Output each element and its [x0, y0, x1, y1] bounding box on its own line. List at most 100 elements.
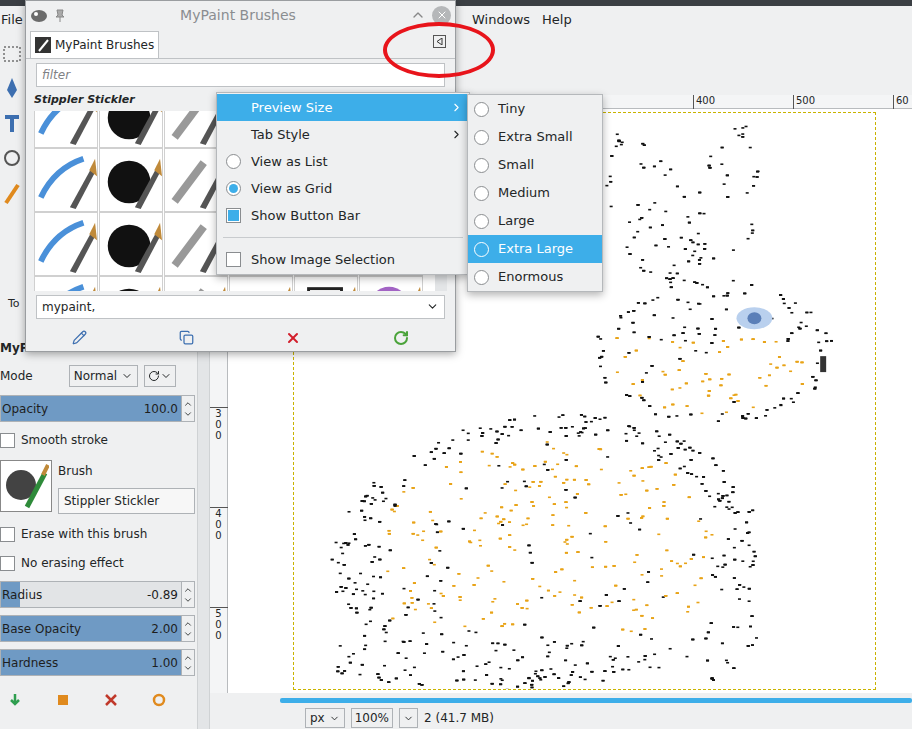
checkbox-mark — [0, 556, 15, 571]
down-icon[interactable] — [183, 629, 193, 639]
slider[interactable]: Base Opacity2.00 — [0, 615, 195, 642]
restore-icon[interactable] — [56, 693, 70, 707]
menu-item[interactable]: Show Button Bar — [217, 202, 469, 229]
close-button[interactable] — [432, 6, 451, 25]
ruler-label: 400 — [214, 508, 224, 541]
radio-mark — [226, 181, 241, 196]
pin-icon[interactable] — [54, 8, 66, 22]
title-bar[interactable]: MyPaint Brushes — [26, 1, 455, 29]
menu-separator — [223, 237, 463, 238]
tags-field[interactable]: mypaint, — [36, 295, 445, 319]
submenu-item[interactable]: Large — [468, 207, 602, 235]
brush-thumbnail-icon[interactable] — [34, 148, 98, 212]
submenu-item[interactable]: Small — [468, 151, 602, 179]
down-icon[interactable] — [183, 409, 193, 419]
ink-icon[interactable] — [3, 76, 21, 100]
brush-thumbnail-icon[interactable] — [99, 111, 163, 148]
spin-arrows[interactable] — [181, 582, 194, 607]
gimp-window: FileWindowsHelpToMyPaModeNormalOpacity10… — [0, 0, 912, 729]
pencil-tool-icon[interactable] — [3, 182, 21, 206]
tool-options: ToMyPaModeNormalOpacity100.0Smooth strok… — [0, 296, 197, 707]
ruler-label: 300 — [214, 408, 224, 441]
status-bar: px100%2 (41.7 MB) — [210, 707, 912, 729]
tab-menu-button[interactable] — [433, 35, 446, 48]
menu-item[interactable]: Tab Style — [217, 121, 469, 148]
slider[interactable]: Radius-0.89 — [0, 581, 195, 608]
dropdown-icon — [329, 713, 340, 724]
edit-brush-icon[interactable] — [72, 330, 87, 345]
spin-arrows[interactable] — [181, 616, 194, 641]
delete-icon[interactable] — [104, 693, 118, 707]
up-icon[interactable] — [183, 653, 193, 663]
shade-icon[interactable] — [410, 7, 426, 23]
up-icon[interactable] — [183, 399, 193, 409]
zoom-dropdown[interactable] — [399, 708, 418, 728]
brush-thumbnail-icon[interactable] — [34, 111, 98, 148]
unit-select[interactable]: px — [305, 708, 345, 728]
menu-arrow-icon — [436, 38, 443, 45]
radio-mark — [226, 154, 241, 169]
close-icon — [436, 9, 448, 21]
brush-thumbnail-icon[interactable] — [164, 276, 228, 291]
dropdown-icon — [160, 370, 172, 382]
checkbox-row[interactable]: No erasing effect — [0, 552, 197, 574]
brush-row: BrushStippler Stickler — [0, 458, 197, 516]
reset-icon[interactable] — [152, 693, 166, 707]
menu-item[interactable]: Help — [542, 10, 572, 30]
menu-item[interactable]: View as List — [217, 148, 469, 175]
button-bar — [26, 325, 455, 351]
checkbox-row[interactable]: Smooth stroke — [0, 429, 197, 451]
menu-item[interactable]: Windows — [472, 10, 542, 30]
horizontal-scrollbar[interactable] — [280, 698, 912, 703]
brush-thumbnail-icon[interactable] — [99, 276, 163, 291]
slider[interactable]: Hardness1.00 — [0, 649, 195, 676]
reset-mode-button[interactable] — [144, 365, 176, 387]
mode-select[interactable]: Normal — [69, 365, 138, 387]
up-icon[interactable] — [183, 619, 193, 629]
brush-name-field[interactable]: Stippler Stickler — [58, 488, 195, 514]
ruler-label: 60 — [894, 95, 909, 107]
ruler-label: 400 — [694, 95, 715, 107]
radio-mark — [474, 242, 489, 257]
radio-mark — [474, 158, 489, 173]
brush-thumbnail-icon[interactable] — [294, 276, 358, 291]
clone-icon[interactable] — [3, 148, 21, 168]
slider[interactable]: Opacity100.0 — [0, 395, 195, 422]
submenu-item[interactable]: Extra Small — [468, 123, 602, 151]
gimp-logo-icon — [30, 7, 48, 23]
submenu-item[interactable]: Tiny — [468, 95, 602, 123]
delete-icon[interactable] — [285, 330, 301, 346]
refresh-icon[interactable] — [393, 330, 409, 346]
dialog-tab[interactable]: MyPaint Brushes — [30, 31, 159, 58]
down-icon[interactable] — [183, 663, 193, 673]
dialog-title: MyPaint Brushes — [72, 5, 404, 26]
menu-item[interactable]: Preview Size — [217, 94, 469, 121]
brush-thumbnail-icon[interactable] — [99, 212, 163, 276]
filter-field[interactable]: filter — [36, 63, 445, 87]
brush-thumbnail-icon[interactable] — [229, 276, 293, 291]
spin-arrows[interactable] — [181, 650, 194, 675]
menu-item[interactable]: View as Grid — [217, 175, 469, 202]
brush-thumbnail-icon[interactable] — [34, 212, 98, 276]
rect-select-icon[interactable] — [3, 46, 21, 62]
save-icon[interactable] — [8, 693, 22, 707]
down-icon[interactable] — [183, 595, 193, 605]
spin-arrows[interactable] — [181, 396, 194, 421]
submenu-item[interactable]: Enormous — [468, 263, 602, 291]
submenu-item[interactable]: Extra Large — [468, 235, 602, 263]
scrollbar-row — [210, 693, 912, 707]
submenu-item[interactable]: Medium — [468, 179, 602, 207]
dropdown-icon — [403, 713, 414, 724]
menu-item[interactable]: Show Image Selection — [217, 246, 469, 273]
up-icon[interactable] — [183, 585, 193, 595]
brush-preview[interactable] — [0, 460, 52, 512]
submenu-arrow-icon — [450, 128, 463, 141]
brush-thumbnail-icon[interactable] — [99, 148, 163, 212]
checkbox-row[interactable]: Erase with this brush — [0, 523, 197, 545]
brush-thumbnail-icon[interactable] — [34, 276, 98, 291]
zoom-field[interactable]: 100% — [351, 708, 393, 728]
annotation-ellipse — [383, 22, 495, 78]
duplicate-icon[interactable] — [179, 330, 194, 345]
text-tool-icon[interactable] — [3, 114, 21, 134]
brush-thumbnail-icon[interactable] — [359, 276, 423, 291]
